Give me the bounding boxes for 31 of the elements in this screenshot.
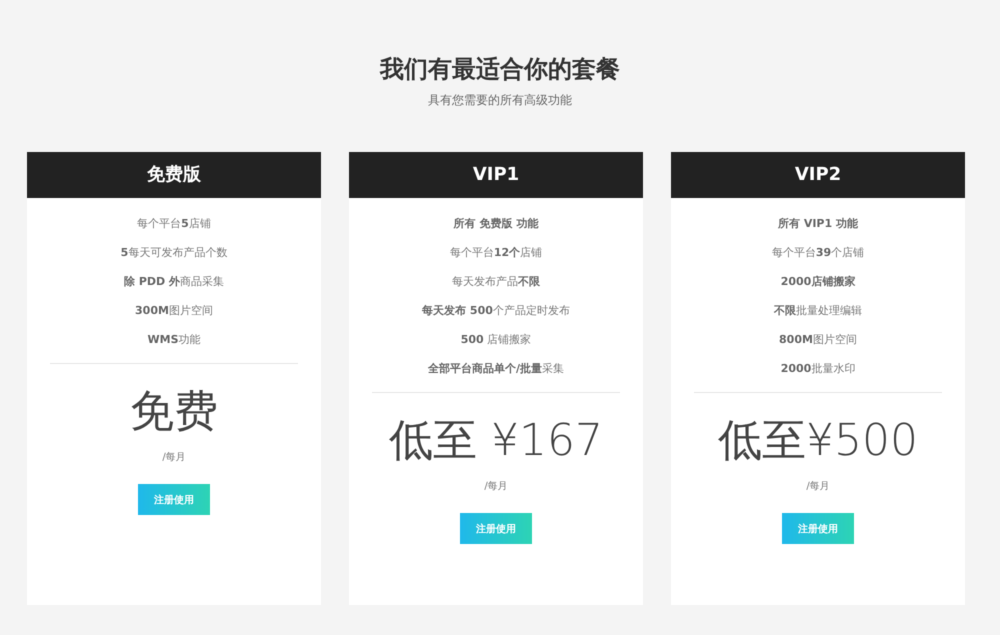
section-title: 我们有最适合你的套餐 (378, 54, 621, 85)
plan-title: 免费版 (27, 152, 321, 198)
section-subtitle: 具有您需要的所有高级功能 (427, 92, 573, 109)
signup-button[interactable]: 注册使用 (460, 513, 532, 544)
feature-text: 2000批量水印 (780, 361, 856, 377)
plan-title: VIP1 (349, 152, 643, 198)
feature-text: 每天发布产品不限 (452, 274, 540, 290)
feature-text: 每个平台5店铺 (137, 216, 211, 232)
price-period: /每月 (162, 451, 186, 464)
feature-text: 每个平台12个店铺 (450, 245, 542, 261)
plan-title: VIP2 (671, 152, 965, 198)
plan-price: 低至¥500 (718, 414, 918, 468)
feature-text: 每天发布 500个产品定时发布 (422, 303, 570, 319)
feature-text: 每个平台39个店铺 (772, 245, 864, 261)
feature-text: 全部平台商品单个/批量采集 (428, 361, 564, 377)
plan-price: 低至 ¥167 (389, 414, 603, 468)
feature-text: 300M图片空间 (135, 303, 213, 319)
feature-text: 除 PDD 外商品采集 (124, 274, 224, 290)
price-period: /每月 (806, 480, 830, 493)
feature-text: 500 店铺搬家 (460, 332, 532, 348)
feature-text: 不限批量处理编辑 (774, 303, 862, 319)
plan-price: 免费 (130, 385, 218, 439)
feature-text: 2000店铺搬家 (780, 274, 856, 290)
feature-text: 所有 VIP1 功能 (778, 216, 858, 232)
feature-text: 所有 免费版 功能 (454, 216, 538, 232)
feature-text: 5每天可发布产品个数 (120, 245, 228, 261)
signup-button[interactable]: 注册使用 (782, 513, 854, 544)
feature-text: 800M图片空间 (779, 332, 857, 348)
feature-text: WMS功能 (147, 332, 200, 348)
signup-button[interactable]: 注册使用 (138, 484, 210, 515)
price-period: /每月 (484, 480, 508, 493)
